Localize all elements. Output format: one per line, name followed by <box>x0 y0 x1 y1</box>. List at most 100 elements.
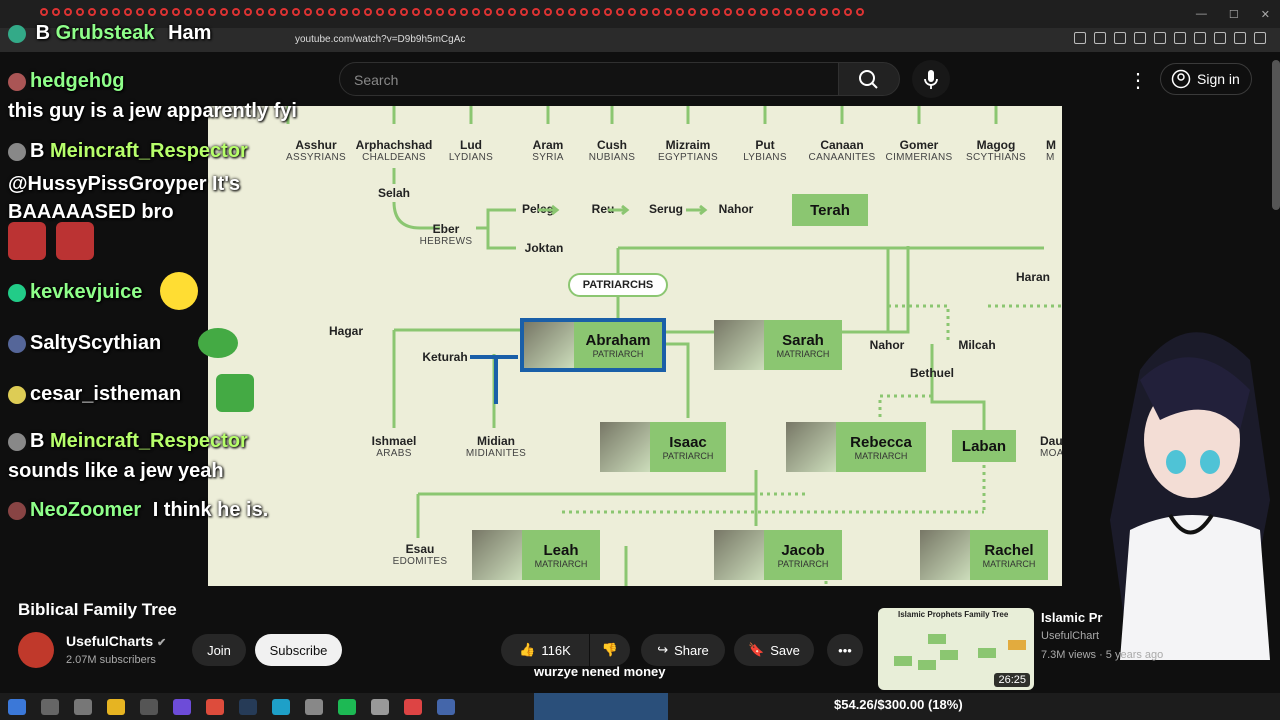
node-lud: Lud LYDIANS <box>448 138 494 163</box>
node-mizraim: Mizraim EGYPTIANS <box>658 138 718 163</box>
video-player[interactable]: Asshur ASSYRIANS Arphachshad CHALDEANS Lud… <box>208 106 1062 586</box>
join-button[interactable]: Join <box>192 634 246 666</box>
leah-portrait <box>472 530 522 580</box>
close-icon[interactable]: ✕ <box>1261 8 1270 21</box>
box-isaac: Isaac PATRIARCH <box>600 422 726 472</box>
avatar-icon <box>8 432 26 451</box>
box-terah: Terah <box>792 194 868 226</box>
share-icon: ↪ <box>657 642 669 657</box>
node-midian: Midian MIDIANITES <box>465 434 527 459</box>
donation-goal: $54.26/$300.00 (18%) <box>834 697 963 712</box>
edge-icon[interactable] <box>272 699 290 715</box>
chat-user-2: kevkevjuice <box>8 281 142 304</box>
file-explorer-icon[interactable] <box>107 699 125 715</box>
isaac-portrait <box>600 422 650 472</box>
jacob-portrait <box>714 530 764 580</box>
tab-favicons[interactable] <box>40 8 864 20</box>
related-channel[interactable]: UsefulChart <box>1041 630 1099 642</box>
more-horizontal-icon: ••• <box>838 642 852 658</box>
sign-in-button[interactable]: Sign in <box>1160 63 1252 95</box>
emote-face-icon <box>8 222 46 260</box>
extension-icons[interactable] <box>1074 32 1266 44</box>
window-controls[interactable]: — ☐ ✕ <box>1196 8 1270 21</box>
page-scrollbar[interactable] <box>1272 60 1280 210</box>
like-button[interactable]: 👍 116K <box>501 634 589 666</box>
arrow-icons <box>538 204 708 216</box>
url-text[interactable]: youtube.com/watch?v=D9b9h5mCgAc <box>295 34 465 45</box>
node-bethuel: Bethuel <box>909 366 954 380</box>
vtuber-avatar <box>1110 332 1270 660</box>
channel-name[interactable]: UsefulCharts ✔ <box>66 633 166 649</box>
channel-avatar[interactable] <box>18 632 54 668</box>
taskbar-active-window[interactable] <box>534 693 668 720</box>
brave-icon[interactable] <box>404 699 422 715</box>
emote-face-icon <box>56 222 94 260</box>
search-taskbar-icon[interactable] <box>41 699 59 715</box>
avatar-icon <box>8 283 26 302</box>
voice-search-button[interactable] <box>912 60 950 98</box>
subscribe-button[interactable]: Subscribe <box>255 634 342 666</box>
box-laban: Laban <box>952 430 1016 462</box>
video-duration: 26:25 <box>994 673 1030 687</box>
video-title: Biblical Family Tree <box>18 600 177 619</box>
node-m: MM <box>1046 138 1056 163</box>
dislike-button[interactable]: 👎 <box>590 634 630 666</box>
discord-icon[interactable] <box>173 699 191 715</box>
node-magog: Magog SCYTHIANS <box>966 138 1026 163</box>
related-thumbnail[interactable]: Islamic Prophets Family Tree 26:25 <box>878 608 1034 690</box>
verified-icon: ✔ <box>157 637 167 649</box>
windows-start-icon[interactable] <box>8 699 26 715</box>
task-view-icon[interactable] <box>74 699 92 715</box>
box-sarah: Sarah MATRIARCH <box>714 320 842 370</box>
search-placeholder: Search <box>354 72 399 88</box>
chrome-icon[interactable] <box>206 699 224 715</box>
sign-in-label: Sign in <box>1197 71 1240 87</box>
emote-pepe-icon <box>160 272 198 310</box>
save-button[interactable]: 🔖 Save <box>734 634 814 666</box>
node-arphachshad: Arphachshad CHALDEANS <box>355 138 433 163</box>
thumbs-up-icon: 👍 <box>519 642 536 657</box>
thumbs-down-icon: 👎 <box>601 642 619 657</box>
search-button[interactable] <box>838 62 900 96</box>
spotify-icon[interactable] <box>338 699 356 715</box>
rebecca-portrait <box>786 422 836 472</box>
node-selah: Selah <box>377 186 410 200</box>
browser-tabstrip: — ☐ ✕ <box>0 0 1280 28</box>
rachel-portrait <box>920 530 970 580</box>
related-video-title[interactable]: Islamic Pr <box>1041 610 1102 625</box>
node-keturah: Keturah <box>422 350 468 364</box>
node-haran: Haran <box>1016 270 1051 284</box>
share-button[interactable]: ↪ Share <box>641 634 725 666</box>
minimize-icon[interactable]: — <box>1196 8 1207 21</box>
node-eber: Eber HEBREWS <box>419 222 473 247</box>
node-ishmael: Ishmael ARABS <box>371 434 417 459</box>
subscriber-count: 2.07M subscribers <box>66 654 156 666</box>
node-milcah: Milcah <box>958 338 996 352</box>
node-hagar: Hagar <box>328 324 363 338</box>
app-icon[interactable] <box>371 699 389 715</box>
account-icon <box>1171 69 1191 89</box>
more-actions-button[interactable]: ••• <box>827 634 863 666</box>
node-joktan: Joktan <box>524 241 564 255</box>
node-cush: Cush NUBIANS <box>588 138 636 163</box>
search-input[interactable]: Search <box>339 62 839 96</box>
vscode-icon[interactable] <box>437 699 455 715</box>
avatar-icon <box>8 385 26 404</box>
avatar-icon <box>8 501 26 520</box>
chat-user-3: SaltyScythian <box>8 332 161 355</box>
node-esau: Esau EDOMITES <box>392 542 448 567</box>
sarah-portrait <box>714 320 764 370</box>
box-abraham: Abraham PATRIARCH <box>520 318 666 372</box>
node-nahor-2: Nahor <box>869 338 905 352</box>
maximize-icon[interactable]: ☐ <box>1229 8 1239 21</box>
stream-caption: wurzye nened money <box>534 664 666 679</box>
steam-icon[interactable] <box>239 699 257 715</box>
chat-message-5: sounds like a jew yeah <box>8 460 224 482</box>
settings-icon[interactable] <box>305 699 323 715</box>
obs-icon[interactable] <box>140 699 158 715</box>
node-dau: Dau MOA <box>1040 434 1062 459</box>
taskbar-icons[interactable] <box>8 699 455 715</box>
more-options-icon[interactable]: ⋮ <box>1128 68 1148 93</box>
patriarchs-label: PATRIARCHS <box>568 273 668 297</box>
chat-user-4: cesar_istheman <box>8 383 181 406</box>
